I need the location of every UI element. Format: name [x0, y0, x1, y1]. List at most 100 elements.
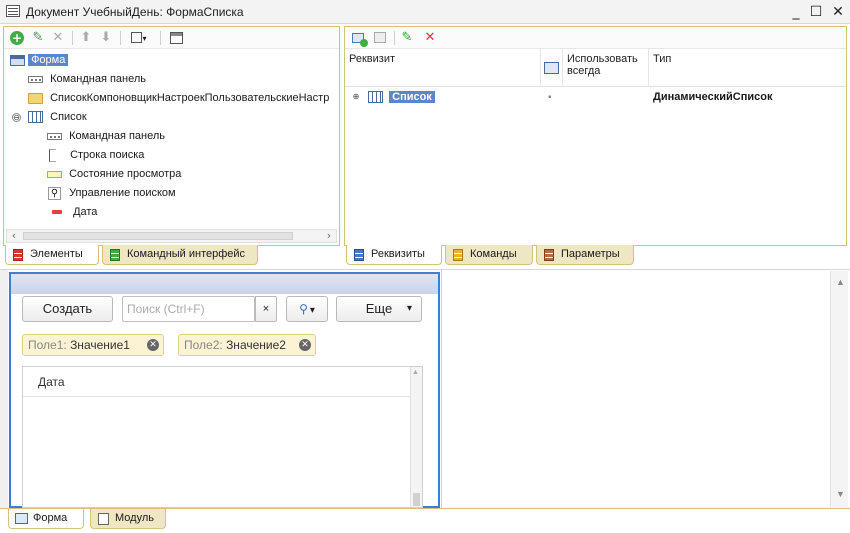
delete-icon[interactable]: ✕ — [50, 30, 66, 46]
tree-item-search-control[interactable]: ⚲ Управление поиском — [48, 184, 176, 203]
list-grid[interactable]: Дата ▲ — [22, 366, 423, 508]
scroll-up-icon[interactable]: ▲ — [412, 369, 419, 376]
clear-filter-icon[interactable]: ✕ — [299, 339, 311, 351]
scroll-right-icon[interactable]: › — [322, 229, 336, 243]
attributes-panel: ✎ ✕ Реквизит Использовать всегда Тип ⊕ С… — [344, 26, 847, 246]
attribute-name: Список — [389, 91, 435, 103]
form-icon — [10, 54, 25, 66]
search-options-button[interactable]: ⚲ ▾ — [286, 296, 328, 322]
command-bar-icon — [28, 75, 43, 83]
preview-vertical-scrollbar[interactable]: ▲ ▼ — [830, 271, 848, 507]
maximize-button[interactable]: ☐ — [806, 2, 826, 22]
scrollbar-thumb[interactable] — [413, 493, 420, 506]
tab-elements[interactable]: Элементы — [5, 245, 99, 265]
tab-label: Элементы — [30, 248, 83, 260]
add-icon[interactable]: + — [9, 30, 25, 46]
clear-filter-icon[interactable]: ✕ — [147, 339, 159, 351]
window-icon — [6, 5, 20, 17]
filter-chip-1[interactable]: Поле1: Значение1 ✕ — [22, 334, 164, 356]
tab-label: Реквизиты — [371, 248, 425, 260]
tab-parameters[interactable]: Параметры — [536, 245, 634, 265]
delete-icon[interactable]: ✕ — [422, 30, 438, 46]
tree-item-date[interactable]: Дата — [52, 203, 97, 222]
tab-label: Параметры — [561, 248, 620, 260]
tab-label: Форма — [33, 512, 68, 524]
tab-commands[interactable]: Команды — [445, 245, 533, 265]
add-attribute-icon[interactable] — [350, 30, 368, 47]
tree-item-label: Состояние просмотра — [69, 168, 182, 180]
tab-form[interactable]: Форма — [8, 509, 84, 529]
filter-value: Значение2 — [226, 338, 286, 352]
filter-field: Поле1: — [28, 338, 67, 352]
more-button[interactable]: Еще ▾ — [336, 296, 422, 322]
preview-gutter — [0, 270, 8, 508]
parameters-tab-icon — [544, 249, 554, 261]
scroll-up-icon[interactable]: ▲ — [836, 277, 845, 287]
scroll-left-icon[interactable]: ‹ — [7, 229, 21, 243]
form-preview-icon[interactable] — [168, 30, 184, 46]
scroll-down-icon[interactable]: ▼ — [836, 489, 845, 499]
add-column-icon[interactable] — [372, 30, 388, 46]
tree-item-search-string[interactable]: Строка поиска — [49, 146, 144, 165]
attribute-type: ДинамическийСписок — [653, 91, 773, 103]
tree-item-settings-group[interactable]: СписокКомпоновщикНастроекПользовательски… — [28, 89, 329, 108]
preview-header-bar — [11, 274, 438, 294]
tab-module[interactable]: Модуль — [90, 509, 166, 529]
search-icon: ⚲ — [299, 302, 308, 316]
tab-command-interface[interactable]: Командный интерфейс — [102, 245, 258, 265]
attributes-toolbar: ✎ ✕ — [345, 27, 846, 49]
bottom-tabs: Форма Модуль — [0, 508, 850, 533]
scrollbar-thumb[interactable] — [23, 232, 293, 240]
edit-icon[interactable]: ✎ — [30, 30, 46, 46]
commands-tab-icon — [453, 249, 463, 261]
date-field-icon — [52, 210, 62, 215]
tree-item-view-state[interactable]: Состояние просмотра — [47, 165, 181, 184]
create-button[interactable]: Создать — [22, 296, 113, 322]
tree-item-form[interactable]: Форма — [10, 51, 69, 70]
expand-icon[interactable]: ⊕ — [351, 92, 361, 102]
collapse-icon[interactable]: ⊖ — [12, 112, 21, 122]
more-button-label: Еще — [365, 301, 393, 316]
chevron-down-icon: ▾ — [406, 303, 412, 314]
use-always-checkbox[interactable]: ▪ — [548, 88, 552, 107]
tab-label: Командный интерфейс — [127, 248, 246, 260]
search-icon: ⚲ — [48, 186, 61, 200]
tree-item-label: Список — [50, 111, 87, 123]
filter-chip-2[interactable]: Поле2: Значение2 ✕ — [178, 334, 316, 356]
tree-item-command-bar[interactable]: Командная панель — [28, 70, 146, 89]
tab-label: Модуль — [115, 512, 154, 524]
table-icon — [368, 91, 384, 104]
chevron-down-icon: ▾ — [309, 305, 315, 316]
minimize-button[interactable]: _ — [786, 2, 806, 22]
folder-icon — [28, 92, 43, 104]
edit-icon[interactable]: ✎ — [399, 30, 415, 46]
elements-panel: + ✎ ✕ ⬆ ⬇ ▾ Форма Командная панель Списо… — [3, 26, 340, 246]
table-icon — [28, 111, 44, 124]
grid-column-header-date[interactable]: Дата — [23, 367, 410, 397]
search-clear-button[interactable]: × — [255, 296, 277, 322]
tree-item-list[interactable]: ⊖ Список — [12, 108, 87, 127]
column-header-use-always[interactable]: Использовать всегда — [563, 49, 649, 87]
tree-item-label: Дата — [73, 206, 98, 218]
tree-item-list-command-bar[interactable]: Командная панель — [47, 127, 165, 146]
move-up-icon[interactable]: ⬆ — [78, 30, 94, 46]
tab-attributes[interactable]: Реквизиты — [346, 245, 442, 265]
grid-vertical-scrollbar[interactable]: ▲ — [410, 367, 422, 507]
column-header-type[interactable]: Тип — [649, 49, 846, 87]
view-menu-icon[interactable]: ▾ — [126, 30, 152, 46]
close-button[interactable]: ✕ — [828, 2, 848, 22]
tree-item-label: Строка поиска — [70, 149, 145, 161]
tree-item-label: Управление поиском — [69, 187, 176, 199]
elements-toolbar: + ✎ ✕ ⬆ ⬇ ▾ — [4, 27, 339, 49]
tree-item-label: СписокКомпоновщикНастроекПользовательски… — [50, 92, 330, 104]
search-input[interactable]: Поиск (Ctrl+F) — [122, 296, 255, 322]
form-icon — [15, 513, 28, 524]
tab-label: Команды — [470, 248, 517, 260]
window-title: Документ УчебныйДень: ФормаСписка — [26, 5, 244, 19]
title-bar: Документ УчебныйДень: ФормаСписка _ ☐ ✕ — [0, 0, 850, 24]
column-header-attribute[interactable]: Реквизит — [345, 49, 541, 87]
attributes-tabs: Реквизиты Команды Параметры — [344, 245, 847, 267]
move-down-icon[interactable]: ⬇ — [98, 30, 114, 46]
input-field-icon — [49, 148, 56, 162]
tree-horizontal-scrollbar[interactable]: ‹ › — [6, 229, 337, 243]
